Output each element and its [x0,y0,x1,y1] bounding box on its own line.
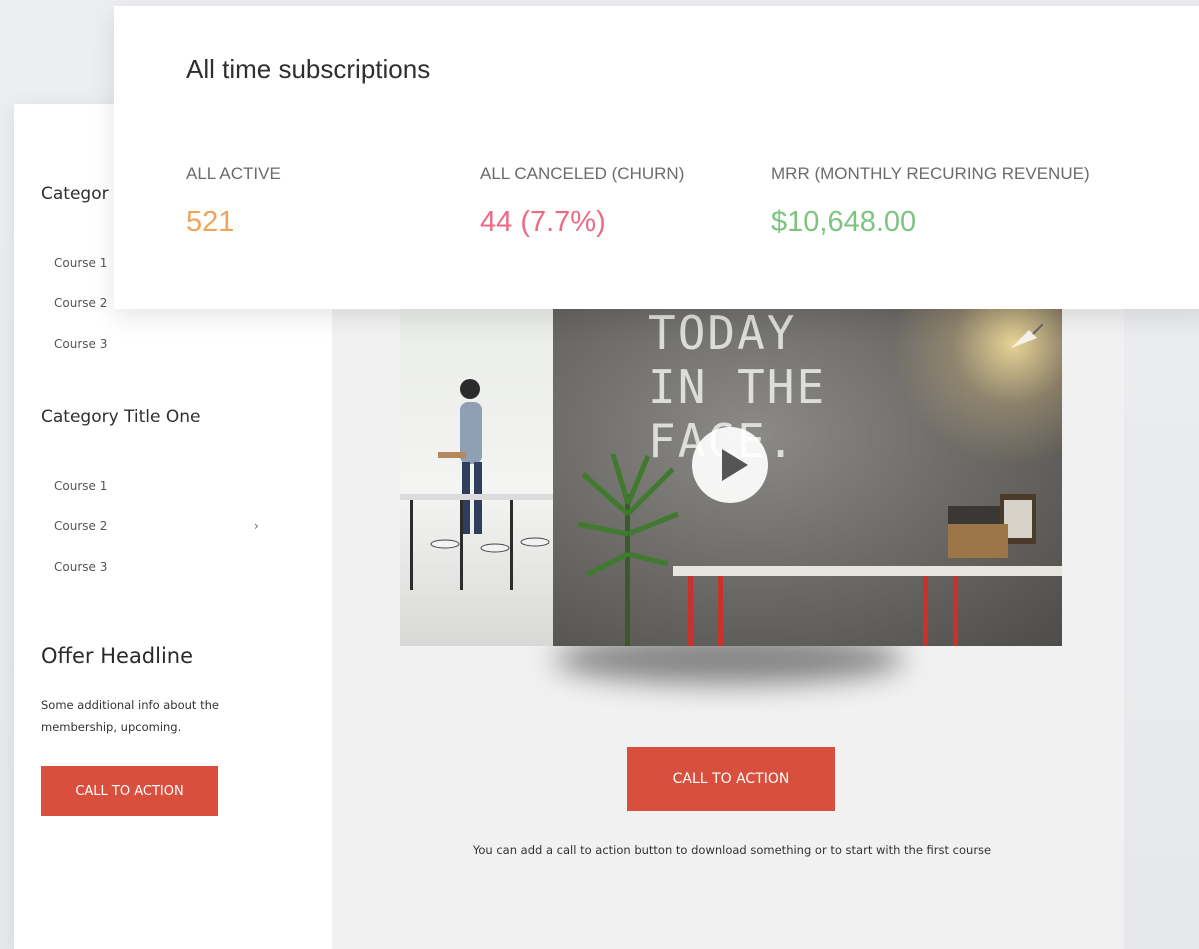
stat-value-canceled: 44 (7.7%) [480,206,606,238]
cta-caption: You can add a call to action button to d… [472,843,992,857]
card-title: All time subscriptions [186,54,431,84]
desk-leg [688,576,693,646]
offer-description: Some additional info about the membershi… [41,698,219,734]
stools-illustration [400,494,553,590]
office-photo: TODAY IN THE FACE. [553,304,1062,646]
category-1-title: Categor [41,184,109,204]
main-call-to-action-button[interactable]: CALL TO ACTION [627,747,835,811]
lamp-illustration [1011,323,1043,348]
video-thumbnail[interactable]: TODAY IN THE FACE. [400,304,1062,646]
stat-label-mrr: MRR (MONTHLY RECURING REVENUE) [771,164,1090,183]
desk-leg [718,576,723,646]
frames-illustration [948,494,1036,558]
subscriptions-card: All time subscriptions ALL ACTIVE 521 AL… [114,6,1199,309]
sidebar-course-3[interactable]: Course 3 [54,337,107,351]
sidebar-call-to-action-button[interactable]: CALL TO ACTION [41,766,218,816]
page: Categor Course 1 Course 2 Course 3 Categ… [0,0,1199,949]
stat-label-canceled: ALL CANCELED (CHURN) [480,164,685,183]
category-2-title: Category Title One [41,407,201,427]
stat-value-mrr: $10,648.00 [771,206,917,238]
chevron-right-icon[interactable]: › [254,519,259,533]
desk-leg [953,576,958,646]
sidebar-course-3[interactable]: Course 3 [54,560,107,574]
stat-label-active: ALL ACTIVE [186,164,281,183]
desk-leg [923,576,928,646]
sidebar-course-1[interactable]: Course 1 [54,256,107,270]
stat-value-active: 521 [186,206,235,238]
play-button[interactable] [692,427,768,503]
sidebar-course-1[interactable]: Course 1 [54,479,107,493]
sidebar-course-2[interactable]: Course 2 [54,519,107,533]
offer-headline: Offer Headline [41,644,194,668]
play-icon [722,449,748,481]
plant-illustration [577,454,679,646]
sidebar-course-2[interactable]: Course 2 [54,296,107,310]
cafe-photo [400,304,553,646]
